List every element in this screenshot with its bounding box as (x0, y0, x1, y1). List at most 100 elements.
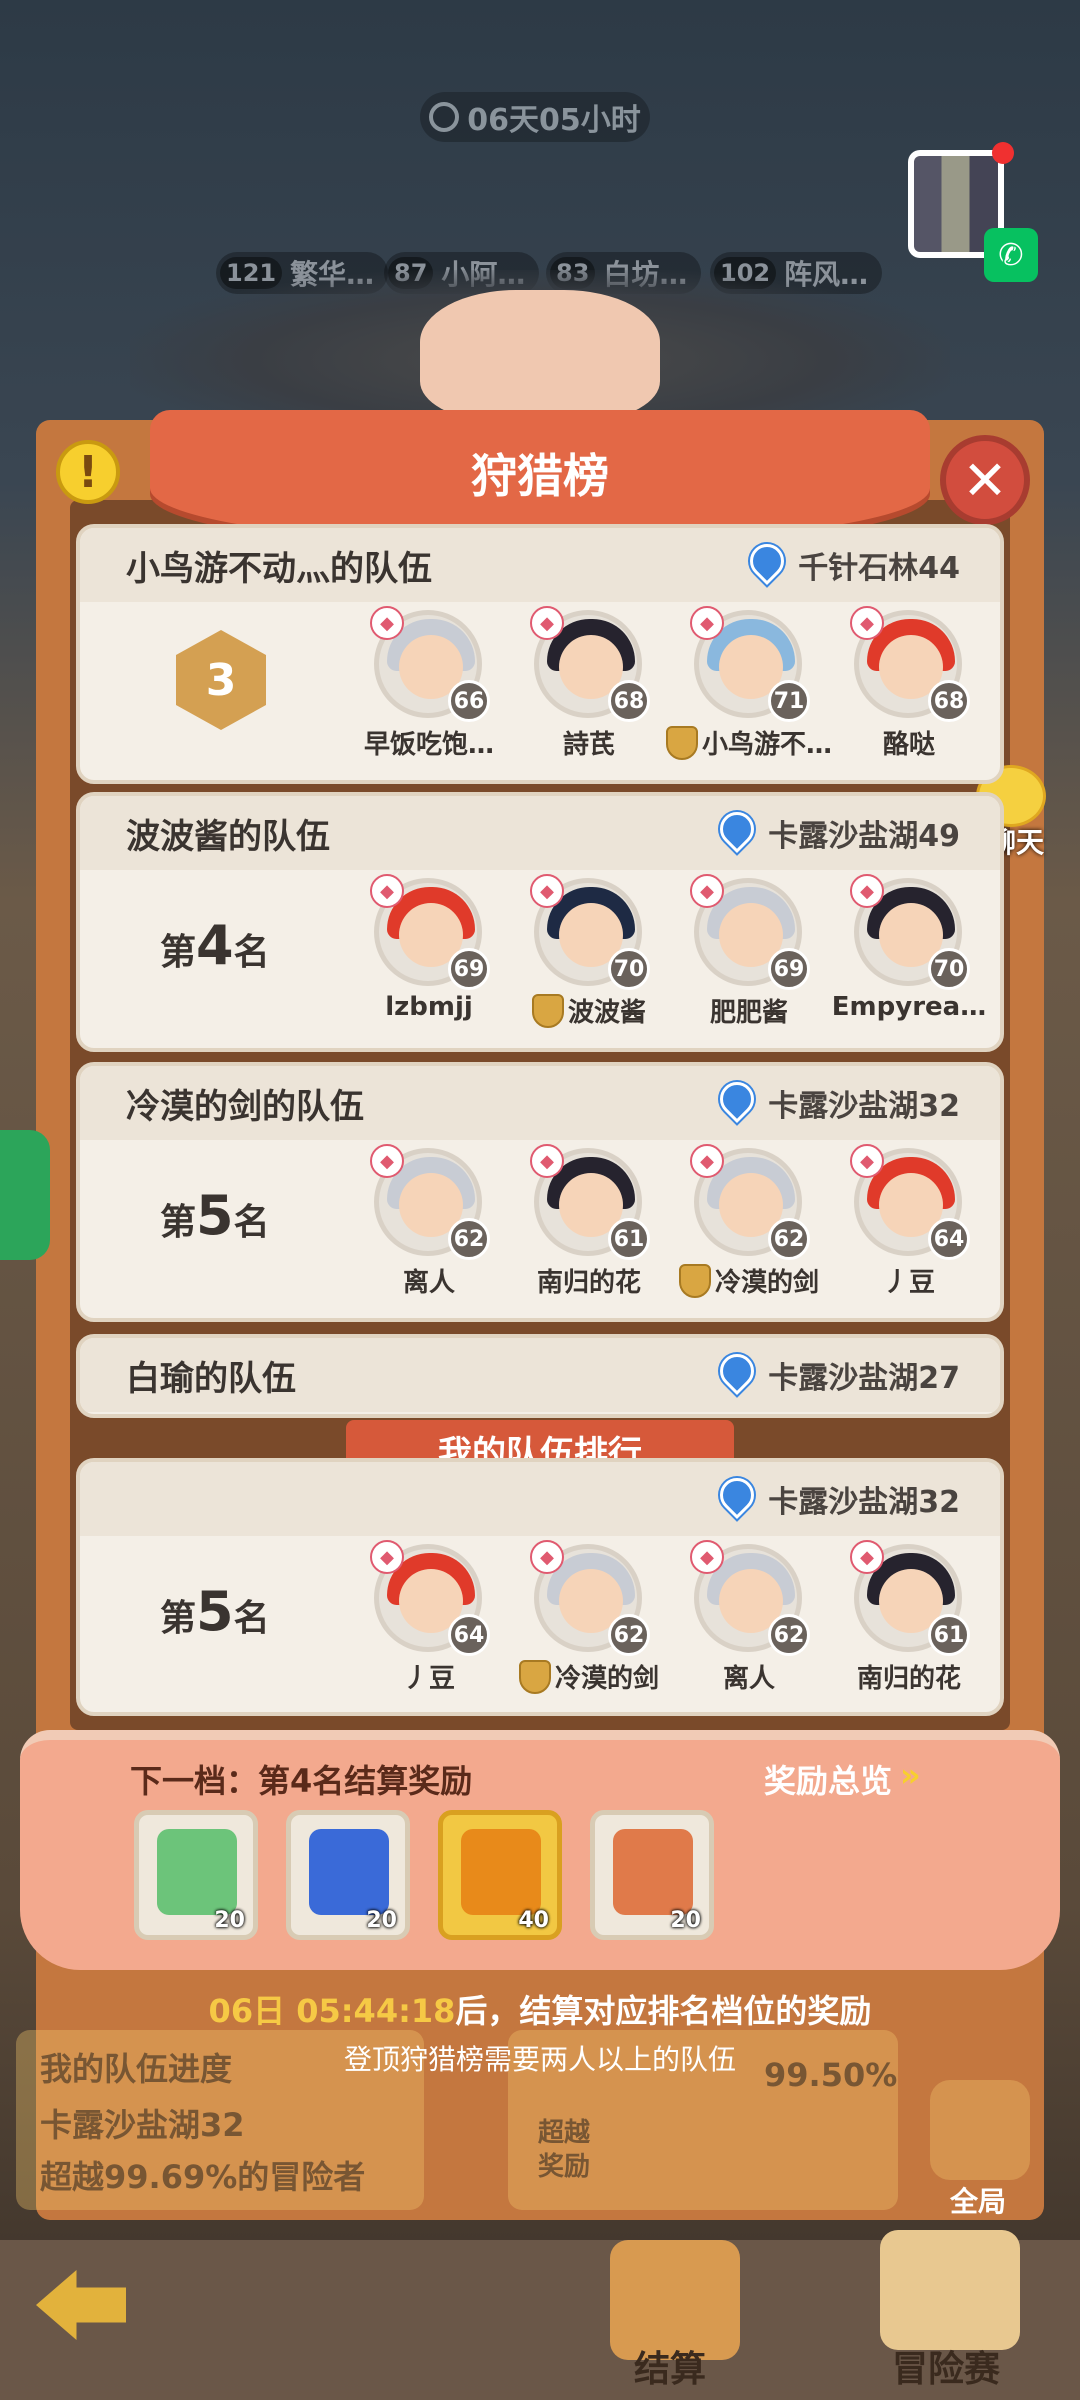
reward-item[interactable]: 40 (438, 1810, 562, 1940)
hero-name: 南归的花 (536, 1268, 641, 1298)
double-chevron-icon: » (900, 1756, 921, 1794)
element-icon: ◆ (850, 874, 884, 908)
reward-item[interactable]: 20 (134, 1810, 258, 1940)
hero-name: 离人 (402, 1268, 455, 1298)
team-location: 卡露沙盐湖49 (713, 804, 960, 855)
bg-exceed-label: 超越 奖励 (538, 2118, 591, 2182)
clock-icon (429, 102, 460, 132)
team-rank: 第5名 (160, 1580, 270, 1643)
team-member[interactable]: ◆ 62 冷漠的剑 (678, 1144, 819, 1298)
element-icon: ◆ (850, 1144, 884, 1178)
notification-dot (992, 142, 1014, 164)
adventure-tab[interactable] (880, 2230, 1020, 2350)
share-button[interactable]: ✆ (908, 142, 1038, 282)
team-member[interactable]: ◆ 68 詩芪 (530, 606, 650, 760)
bg-progress-exceed: 超越99.69%的冒险者 (40, 2158, 366, 2196)
location-pin-icon (713, 1074, 762, 1124)
hero-level: 62 (608, 1614, 650, 1656)
team-rank: 第4名 (160, 914, 270, 977)
hero-level: 68 (608, 680, 650, 722)
location-pin-icon (713, 1346, 762, 1396)
global-button[interactable] (930, 2080, 1030, 2180)
team-member[interactable]: ◆ 62 冷漠的剑 (518, 1540, 659, 1694)
team-member[interactable]: ◆ 68 酪哒 (850, 606, 970, 760)
team-card[interactable]: 小鸟游不动灬的队伍 千针石林44 3 ◆ 66 早饭吃饱… ◆ 68 詩芪 ◆ (76, 524, 1004, 784)
element-icon: ◆ (370, 874, 404, 908)
settle-text: 后，结算对应排名档位的奖励 (455, 1992, 872, 2030)
hero-level: 70 (608, 948, 650, 990)
global-label: 全局 (950, 2185, 1007, 2218)
team-card-body: 第5名 ◆ 62 离人 ◆ 61 南归的花 ◆ 62 冷漠的剑 ◆ 64 丿豆 (80, 1140, 1000, 1310)
hero-name: 酪哒 (882, 730, 935, 760)
team-card-header: 白瑜的队伍 卡露沙盐湖27 (80, 1338, 1000, 1412)
team-location: 卡露沙盐湖32 (713, 1470, 960, 1521)
hero-name: 詩芪 (562, 730, 615, 760)
element-icon: ◆ (850, 606, 884, 640)
hero-name: Empyrea… (831, 992, 987, 1022)
reward-icon (309, 1829, 389, 1915)
team-rank: 第5名 (160, 1184, 270, 1247)
adventure-tab-label: 冒险赛 (892, 2349, 1001, 2390)
settle-countdown: 06日 05:44:18后，结算对应排名档位的奖励 (0, 1986, 1080, 2032)
hero-level: 62 (448, 1218, 490, 1260)
reward-item[interactable]: 20 (286, 1810, 410, 1940)
hero-level: 62 (768, 1614, 810, 1656)
page-title: 狩猎榜 (471, 449, 609, 503)
team-member[interactable]: ◆ 66 早饭吃饱… (364, 606, 494, 760)
team-name: 白瑜的队伍 (126, 1358, 296, 1399)
close-button[interactable]: ✕ (940, 435, 1030, 525)
hero-level: 66 (448, 680, 490, 722)
side-chat-tab[interactable] (0, 1130, 50, 1260)
team-member[interactable]: ◆ 62 离人 (370, 1144, 490, 1298)
reward-count: 20 (670, 1908, 701, 1933)
hero-name: 冷漠的剑 (714, 1268, 819, 1298)
my-team-card[interactable]: 卡露沙盐湖32 第5名 ◆ 64 丿豆 ◆ 62 冷漠的剑 ◆ 62 离人 ◆ … (76, 1458, 1004, 1716)
team-name: 冷漠的剑的队伍 (126, 1086, 364, 1127)
team-member[interactable]: ◆ 70 Empyrea… (832, 874, 986, 1022)
pillow-decoration (420, 290, 660, 420)
reward-count: 40 (518, 1908, 549, 1933)
reward-overview-link[interactable]: 奖励总览» (764, 1756, 921, 1802)
team-member[interactable]: ◆ 71 小鸟游不… (665, 606, 832, 760)
hero-level: 64 (448, 1614, 490, 1656)
team-member[interactable]: ◆ 70 波波酱 (530, 874, 650, 1028)
hero-name: 丿豆 (402, 1664, 455, 1694)
team-member[interactable]: ◆ 61 南归的花 (530, 1144, 650, 1298)
hero-name-row: 酪哒 (814, 724, 1000, 761)
hero-level: 70 (928, 948, 970, 990)
hero-level: 61 (928, 1614, 970, 1656)
team-member[interactable]: ◆ 64 丿豆 (850, 1144, 970, 1298)
element-icon: ◆ (370, 606, 404, 640)
team-card[interactable]: 波波酱的队伍 卡露沙盐湖49 第4名 ◆ 69 lzbmjj ◆ 70 波波酱 … (76, 792, 1004, 1052)
team-member[interactable]: ◆ 62 离人 (690, 1540, 810, 1694)
bg-progress-location: 卡露沙盐湖32 (40, 2106, 245, 2144)
hero-name-row: Empyrea… (814, 992, 1000, 1022)
team-member[interactable]: ◆ 69 lzbmjj (370, 874, 490, 1022)
hero-name: 波波酱 (567, 998, 646, 1028)
element-icon: ◆ (690, 874, 724, 908)
element-icon: ◆ (530, 1540, 564, 1574)
reward-count: 20 (366, 1908, 397, 1933)
hero-name: 离人 (722, 1664, 775, 1694)
team-card-header: 小鸟游不动灬的队伍 千针石林44 (80, 528, 1000, 602)
team-card[interactable]: 冷漠的剑的队伍 卡露沙盐湖32 第5名 ◆ 62 离人 ◆ 61 南归的花 ◆ (76, 1062, 1004, 1322)
team-member[interactable]: ◆ 64 丿豆 (370, 1540, 490, 1694)
leader-shield-icon (531, 993, 564, 1028)
team-member[interactable]: ◆ 69 肥肥酱 (690, 874, 810, 1028)
team-card[interactable]: 白瑜的队伍 卡露沙盐湖27 (76, 1334, 1004, 1418)
reward-item[interactable]: 20 (590, 1810, 714, 1940)
leader-shield-icon (665, 725, 698, 760)
team-member[interactable]: ◆ 61 南归的花 (850, 1540, 970, 1694)
settle-tab-label: 结算 (634, 2349, 707, 2390)
info-button[interactable]: ! (56, 440, 120, 504)
hero-level: 62 (768, 1218, 810, 1260)
wechat-icon: ✆ (984, 228, 1038, 282)
reward-icon (461, 1829, 541, 1915)
leader-shield-icon (518, 1659, 551, 1694)
team-location: 千针石林44 (743, 536, 960, 587)
element-icon: ◆ (850, 1540, 884, 1574)
next-tier-label: 下一档：第4名结算奖励 (130, 1762, 473, 1800)
location-pin-icon (743, 536, 792, 586)
team-location: 卡露沙盐湖32 (713, 1074, 960, 1125)
team-card-header: 波波酱的队伍 卡露沙盐湖49 (80, 796, 1000, 870)
